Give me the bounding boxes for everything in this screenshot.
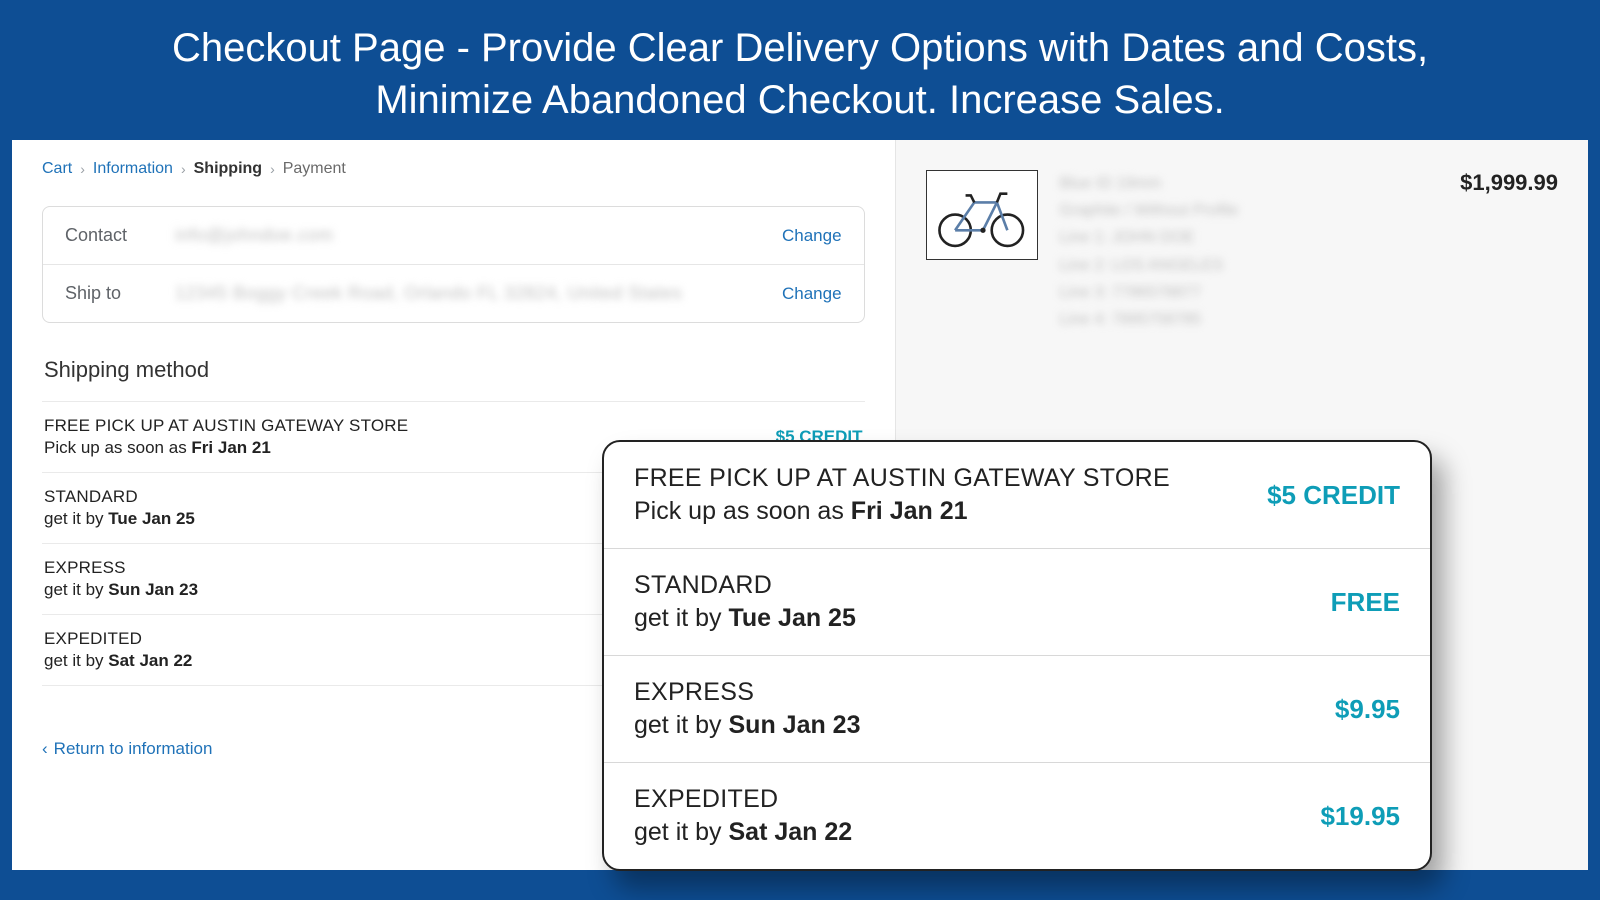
crumb-cart[interactable]: Cart: [42, 160, 72, 178]
crumb-shipping: Shipping: [194, 160, 262, 178]
contact-label: Contact: [65, 225, 157, 246]
popup-option-sub: get it by Sat Jan 22: [634, 818, 852, 847]
popup-option-name: EXPRESS: [634, 678, 861, 707]
product-thumbnail: [926, 170, 1038, 260]
popup-option-sub: Pick up as soon as Fri Jan 21: [634, 497, 1170, 526]
shipping-option-name: EXPEDITED: [44, 629, 192, 649]
popup-option-price: $5 CREDIT: [1267, 480, 1400, 511]
product-details: Blue ID 19mmGraphite / Without ProfileLi…: [1060, 170, 1423, 333]
change-contact-link[interactable]: Change: [782, 226, 842, 246]
popup-option-name: EXPEDITED: [634, 785, 852, 814]
crumb-information[interactable]: Information: [93, 160, 173, 178]
product-detail-line: Line 4: 7895758785: [1060, 306, 1423, 333]
banner-line-2: Minimize Abandoned Checkout. Increase Sa…: [375, 78, 1224, 122]
popup-shipping-option[interactable]: STANDARD get it by Tue Jan 25 FREE: [604, 549, 1430, 656]
summary-shipto-row: Ship to 12345 Boggy Creek Road, Orlando …: [43, 264, 864, 322]
chevron-right-icon: ›: [80, 161, 85, 177]
shipping-option-name: EXPRESS: [44, 558, 198, 578]
product-price: $1,999.99: [1460, 170, 1558, 196]
shipping-option-name: FREE PICK UP AT AUSTIN GATEWAY STORE: [44, 416, 408, 436]
popup-option-sub: get it by Tue Jan 25: [634, 604, 856, 633]
return-link-label: Return to information: [54, 739, 213, 758]
popup-option-price: FREE: [1331, 587, 1400, 618]
shipto-label: Ship to: [65, 283, 157, 304]
chevron-right-icon: ›: [181, 161, 186, 177]
product-detail-line: Line 3: 7786578877: [1060, 279, 1423, 306]
shipping-method-title: Shipping method: [44, 357, 865, 383]
popup-shipping-option[interactable]: EXPEDITED get it by Sat Jan 22 $19.95: [604, 763, 1430, 869]
chevron-left-icon: ‹: [42, 739, 48, 758]
chevron-right-icon: ›: [270, 161, 275, 177]
checkout-app: Cart › Information › Shipping › Payment …: [12, 140, 1588, 870]
breadcrumb: Cart › Information › Shipping › Payment: [42, 160, 865, 178]
product-detail-line: Line 2: LOS ANGELES: [1060, 252, 1423, 279]
popup-shipping-option[interactable]: FREE PICK UP AT AUSTIN GATEWAY STORE Pick…: [604, 442, 1430, 549]
shipping-option-sub: get it by Sun Jan 23: [44, 580, 198, 600]
crumb-payment: Payment: [283, 160, 346, 178]
shipto-value: 12345 Boggy Creek Road, Orlando FL 32824…: [175, 283, 764, 304]
contact-value: info@johndoe.com: [175, 225, 764, 246]
popup-option-name: FREE PICK UP AT AUSTIN GATEWAY STORE: [634, 464, 1170, 493]
bike-icon: [929, 175, 1034, 254]
product-detail-line: Line 1: JOHN DOE: [1060, 224, 1423, 251]
popup-option-price: $19.95: [1320, 801, 1400, 832]
popup-shipping-option[interactable]: EXPRESS get it by Sun Jan 23 $9.95: [604, 656, 1430, 763]
popup-option-sub: get it by Sun Jan 23: [634, 711, 861, 740]
return-to-information-link[interactable]: ‹ Return to information: [42, 739, 212, 759]
popup-option-name: STANDARD: [634, 571, 856, 600]
summary-card: Contact info@johndoe.com Change Ship to …: [42, 206, 865, 323]
order-line-item: Blue ID 19mmGraphite / Without ProfileLi…: [926, 170, 1558, 333]
shipping-option-name: STANDARD: [44, 487, 195, 507]
change-shipto-link[interactable]: Change: [782, 284, 842, 304]
popup-option-price: $9.95: [1335, 694, 1400, 725]
slide-title: Checkout Page - Provide Clear Delivery O…: [12, 12, 1588, 140]
shipping-option-sub: get it by Tue Jan 25: [44, 509, 195, 529]
product-detail-line: Graphite / Without Profile: [1060, 197, 1423, 224]
shipping-options-popup: FREE PICK UP AT AUSTIN GATEWAY STORE Pick…: [602, 440, 1432, 871]
summary-contact-row: Contact info@johndoe.com Change: [43, 207, 864, 264]
shipping-option-sub: Pick up as soon as Fri Jan 21: [44, 438, 408, 458]
banner-line-1: Checkout Page - Provide Clear Delivery O…: [172, 26, 1428, 70]
slide-root: Checkout Page - Provide Clear Delivery O…: [0, 0, 1600, 900]
shipping-option-sub: get it by Sat Jan 22: [44, 651, 192, 671]
product-detail-line: Blue ID 19mm: [1060, 170, 1423, 197]
